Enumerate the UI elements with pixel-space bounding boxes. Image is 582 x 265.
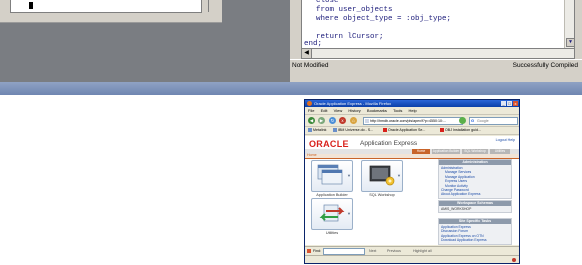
code-line: close xyxy=(316,0,339,5)
utilities-icon: ▼ xyxy=(311,198,353,230)
highlight-all-button[interactable]: Highlight all xyxy=(413,249,432,253)
app-label: Application Builder xyxy=(316,193,348,197)
bookmark-item[interactable]: Oracle Application Se... xyxy=(383,128,426,133)
bookmark-icon xyxy=(440,128,444,133)
page-title: Application Express xyxy=(360,140,418,147)
desktop-background xyxy=(0,0,290,82)
bookmark-label: Metalink xyxy=(313,128,327,132)
title-bar: Oracle Application Express - Mozilla Fir… xyxy=(305,100,519,107)
breadcrumb-home[interactable]: Home xyxy=(307,153,317,157)
window-title: Oracle Application Express - Mozilla Fir… xyxy=(314,101,392,106)
maximize-icon[interactable]: □ xyxy=(507,101,512,106)
scroll-left-icon[interactable]: ◀ xyxy=(302,49,312,58)
administration-panel: Administration Administration Manage Ser… xyxy=(438,159,512,199)
vertical-scrollbar[interactable]: ▼ xyxy=(564,0,575,48)
menu-edit[interactable]: Edit xyxy=(321,108,328,113)
menu-view[interactable]: View xyxy=(334,108,343,113)
page-content: ORACLE Application Express Logout Help H… xyxy=(305,136,519,245)
editor-status-bar: Not Modified Successfully Compiled xyxy=(290,59,582,71)
code-line: from user_objects xyxy=(316,6,393,14)
site-specific-tasks-panel: Site Specific Tasks Application Express … xyxy=(438,218,512,245)
code-line: end; xyxy=(304,40,323,48)
code-editor[interactable]: close from user_objects where object_typ… xyxy=(301,0,575,48)
editor-screenshot: close from user_objects where object_typ… xyxy=(0,0,582,95)
application-builder-button[interactable]: ▼ Application Builder xyxy=(311,160,353,197)
scroll-down-icon[interactable]: ▼ xyxy=(566,38,575,47)
arrows-box-icon xyxy=(319,204,345,222)
menu-bar: File Edit View History Bookmarks Tools H… xyxy=(305,107,519,115)
menu-help[interactable]: Help xyxy=(409,108,417,113)
menu-file[interactable]: File xyxy=(308,108,314,113)
application-builder-icon: ▼ xyxy=(311,160,353,192)
left-dialog-fragment xyxy=(0,0,222,23)
menu-history[interactable]: History xyxy=(348,108,360,113)
workspace-schemas-panel: Workspace Schemas AMIS_WORKSHOP xyxy=(438,200,512,214)
bookmark-label: OBJ Installation guid... xyxy=(445,128,481,132)
code-line: where object_type = :obj_type; xyxy=(316,15,452,23)
firefox-icon xyxy=(307,101,312,106)
security-status-icon xyxy=(512,258,516,262)
minimize-icon[interactable]: _ xyxy=(501,101,506,106)
address-bar[interactable]: http://hmdb.oracle.com/pls/apex/f?p=4550… xyxy=(363,117,463,125)
windows-stack-icon xyxy=(317,164,343,185)
app-label: Utilities xyxy=(325,231,339,235)
go-icon[interactable] xyxy=(459,117,466,124)
horizontal-scrollbar[interactable]: ◀ xyxy=(301,48,575,59)
bookmark-label: IBM Universe.do - S... xyxy=(338,128,374,132)
find-input[interactable] xyxy=(323,248,365,255)
close-icon[interactable]: x xyxy=(513,101,518,106)
chevron-down-icon[interactable]: ▼ xyxy=(347,211,351,216)
bookmark-item[interactable]: OBJ Installation guid... xyxy=(440,128,481,133)
browser-status-bar xyxy=(305,255,519,263)
compile-status: Successfully Compiled xyxy=(512,62,578,69)
bookmark-item[interactable]: IBM Universe.do - S... xyxy=(333,128,374,133)
left-dialog-field xyxy=(10,0,209,13)
bookmarks-toolbar: Metalink IBM Universe.do - S... Oracle A… xyxy=(305,127,519,135)
logout-help-links[interactable]: Logout Help xyxy=(496,138,515,142)
schema-item[interactable]: AMIS_WORKSHOP xyxy=(441,207,509,211)
navigation-toolbar: ◀ ▶ ↻ x ⌂ http://hmdb.oracle.com/pls/ape… xyxy=(305,115,519,127)
firefox-window: Oracle Application Express - Mozilla Fir… xyxy=(304,99,520,264)
find-label: Find: xyxy=(313,249,321,253)
menu-tools[interactable]: Tools xyxy=(393,108,402,113)
forward-icon[interactable]: ▶ xyxy=(318,117,325,124)
utilities-button[interactable]: ▼ Utilities xyxy=(311,198,353,235)
panel-link[interactable]: About Application Express xyxy=(441,192,509,196)
bookmark-item[interactable]: Metalink xyxy=(308,128,327,133)
search-input[interactable]: G Google xyxy=(469,117,518,125)
sql-editor-window: close from user_objects where object_typ… xyxy=(290,0,582,82)
modified-status: Not Modified xyxy=(292,62,329,69)
bookmark-label: Oracle Application Se... xyxy=(388,128,426,132)
search-placeholder: Google xyxy=(477,119,489,123)
google-icon: G xyxy=(471,118,475,123)
bookmark-icon xyxy=(383,128,387,133)
page-icon xyxy=(365,119,369,123)
sql-workshop-button[interactable]: ▼ SQL Workshop xyxy=(361,160,403,197)
back-icon[interactable]: ◀ xyxy=(308,117,315,124)
panel-link[interactable]: Download Application Express xyxy=(441,238,509,242)
url-text: http://hmdb.oracle.com/pls/apex/f?p=4550… xyxy=(370,119,447,123)
code-line: return lCursor; xyxy=(316,33,384,41)
close-find-icon[interactable] xyxy=(307,249,311,253)
monitor-gear-icon xyxy=(369,165,395,186)
find-previous-button[interactable]: Previous xyxy=(387,249,401,253)
stop-icon[interactable]: x xyxy=(339,117,346,124)
home-icon[interactable]: ⌂ xyxy=(350,117,357,124)
find-bar: Find: Next Previous Highlight all xyxy=(305,246,519,255)
chevron-down-icon[interactable]: ▼ xyxy=(397,173,401,178)
menu-bookmarks[interactable]: Bookmarks xyxy=(367,108,387,113)
reload-icon[interactable]: ↻ xyxy=(329,117,336,124)
chevron-down-icon[interactable]: ▼ xyxy=(347,173,351,178)
oracle-logo: ORACLE xyxy=(309,139,349,149)
cursor-marker xyxy=(29,2,33,9)
bookmark-icon xyxy=(333,128,337,133)
find-next-button[interactable]: Next xyxy=(369,249,376,253)
field-divider xyxy=(208,0,209,12)
sql-workshop-icon: ▼ xyxy=(361,160,403,192)
bookmark-icon xyxy=(308,128,312,133)
app-label: SQL Workshop xyxy=(369,193,395,197)
taskbar-band xyxy=(0,82,582,95)
